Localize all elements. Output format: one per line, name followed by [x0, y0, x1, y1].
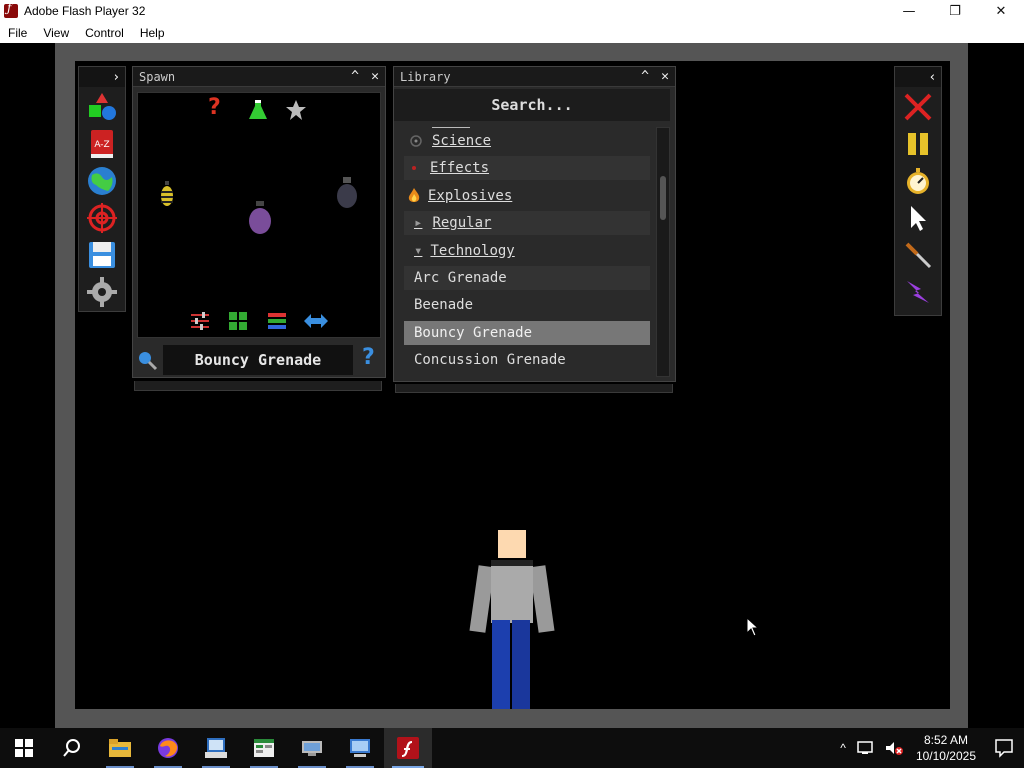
volume-muted-icon[interactable] [884, 740, 904, 756]
library-item-bouncy-grenade[interactable]: Bouncy Grenade [404, 321, 650, 345]
help-icon[interactable]: ? [362, 345, 375, 370]
left-toolbar: › A-Z [78, 66, 126, 312]
file-explorer-icon[interactable] [96, 728, 144, 768]
right-toolbar-toggle[interactable]: ‹ [930, 70, 935, 85]
concussion-grenade-icon[interactable] [336, 177, 358, 209]
minimize-button[interactable]: — [886, 0, 932, 22]
library-title: Library [400, 69, 451, 84]
effects-icon [412, 166, 416, 170]
library-panel: Library ^ ✕ Search... Science Effects Ex… [393, 66, 676, 382]
knife-icon[interactable] [901, 238, 935, 272]
lightning-icon[interactable] [901, 275, 935, 309]
a-z-icon[interactable]: A-Z [85, 127, 119, 161]
flash-player-icon[interactable] [384, 728, 432, 768]
menu-bar: File View Control Help [0, 22, 1024, 43]
target-icon[interactable] [85, 201, 119, 235]
chevron-right-icon: ▸ [414, 215, 423, 231]
notifications-icon[interactable] [984, 728, 1024, 768]
ragdoll-collar [491, 560, 533, 566]
search-icon[interactable] [48, 728, 96, 768]
mouse-cursor-icon [746, 617, 760, 637]
spawn-close-button[interactable]: ✕ [365, 67, 385, 87]
network-status-icon[interactable] [856, 740, 876, 756]
library-item-arc-grenade[interactable]: Arc Grenade [404, 266, 650, 290]
spawn-panel-footer [134, 381, 382, 391]
menu-file[interactable]: File [0, 26, 35, 40]
firefox-icon[interactable] [144, 728, 192, 768]
a-z-label: A-Z [94, 140, 109, 150]
menu-help[interactable]: Help [132, 26, 173, 40]
fire-icon [408, 188, 420, 202]
right-toolbar: ‹ [894, 66, 942, 316]
pause-icon[interactable] [901, 127, 935, 161]
app-window-icon[interactable] [192, 728, 240, 768]
delete-icon[interactable] [901, 90, 935, 124]
library-subcategory-regular[interactable]: ▸ Regular [404, 211, 650, 235]
bouncy-grenade-icon[interactable] [248, 201, 272, 235]
save-icon[interactable] [85, 238, 119, 272]
search-icon[interactable] [136, 349, 158, 371]
ragdoll-right-leg[interactable] [512, 620, 530, 709]
spreadsheet-icon[interactable] [240, 728, 288, 768]
shapes-icon[interactable] [85, 90, 119, 124]
menu-view[interactable]: View [35, 26, 77, 40]
sliders-icon[interactable] [190, 311, 210, 331]
library-scrollbar[interactable] [656, 127, 670, 377]
gear-icon[interactable] [85, 275, 119, 309]
restore-button[interactable]: ❐ [932, 0, 978, 22]
flash-player-icon [4, 1, 18, 18]
ragdoll-left-leg[interactable] [492, 620, 510, 709]
question-icon[interactable]: ? [208, 95, 221, 120]
spawn-preview-area[interactable]: ? [137, 92, 381, 338]
library-category-science[interactable]: Science [404, 129, 650, 153]
system-tray: ^ 8:52 AM 10/10/2025 [834, 728, 1024, 768]
library-panel-footer [395, 384, 673, 393]
star-icon[interactable] [285, 99, 307, 121]
network-icon[interactable] [288, 728, 336, 768]
library-scroll-thumb[interactable] [660, 176, 666, 220]
selected-item-name: Bouncy Grenade [163, 345, 353, 375]
menu-control[interactable]: Control [77, 26, 132, 40]
list-icon[interactable] [267, 311, 287, 331]
clock-date: 10/10/2025 [915, 749, 976, 763]
beehive-grenade-icon[interactable] [160, 181, 174, 207]
stopwatch-icon[interactable] [901, 164, 935, 198]
flask-icon[interactable] [248, 99, 268, 121]
library-list: Science Effects Explosives ▸ Regular ▾ T… [404, 127, 650, 377]
library-item-concussion-grenade[interactable]: Concussion Grenade [404, 348, 650, 372]
close-button[interactable]: ✕ [978, 0, 1024, 22]
spawn-title: Spawn [139, 69, 176, 84]
clock[interactable]: 8:52 AM 10/10/2025 [908, 732, 984, 764]
window-title: Adobe Flash Player 32 [24, 4, 146, 18]
library-minimize-button[interactable]: ^ [635, 67, 655, 87]
ragdoll-head[interactable] [498, 530, 526, 558]
globe-icon[interactable] [85, 164, 119, 198]
library-subcategory-technology[interactable]: ▾ Technology [404, 239, 650, 263]
clock-time: 8:52 AM [923, 733, 968, 747]
library-search-input[interactable]: Search... [394, 89, 670, 121]
library-close-button[interactable]: ✕ [655, 67, 675, 87]
library-item-beenade[interactable]: Beenade [404, 293, 650, 317]
library-category-explosives[interactable]: Explosives [404, 184, 650, 208]
ragdoll-torso[interactable] [491, 563, 533, 623]
spawn-minimize-button[interactable]: ^ [345, 67, 365, 87]
pointer-icon[interactable] [901, 201, 935, 235]
tray-overflow-icon[interactable]: ^ [834, 741, 852, 755]
taskbar: ^ 8:52 AM 10/10/2025 [0, 728, 1024, 768]
display-icon[interactable] [336, 728, 384, 768]
grid-icon[interactable] [228, 311, 248, 331]
start-icon[interactable] [0, 728, 48, 768]
title-bar: Adobe Flash Player 32 — ❐ ✕ [0, 0, 1024, 22]
spawn-panel: Spawn ^ ✕ ? Bouncy Grenade ? [132, 66, 386, 378]
swap-icon[interactable] [304, 313, 328, 329]
library-category-effects[interactable]: Effects [404, 156, 650, 180]
chevron-down-icon: ▾ [414, 243, 423, 259]
left-toolbar-toggle[interactable]: › [114, 70, 119, 85]
atom-icon [410, 135, 422, 147]
